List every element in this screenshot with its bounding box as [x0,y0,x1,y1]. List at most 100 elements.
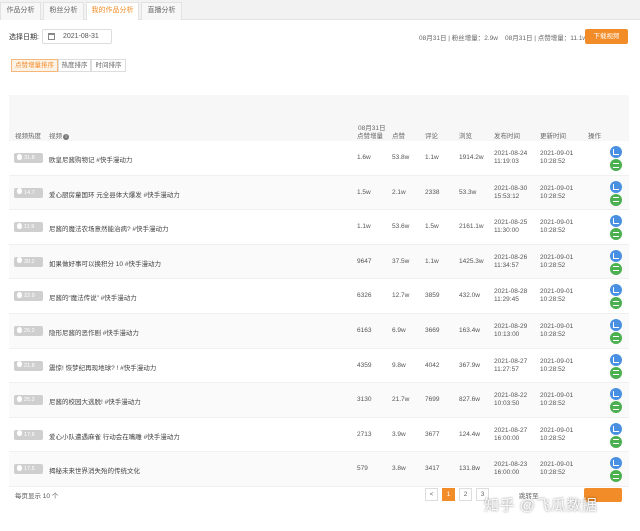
heat-badge: 14.7 [14,187,43,198]
per-page-label: 每页显示 10 个 [15,493,59,500]
list-icon [613,439,619,445]
fire-icon [17,464,22,471]
publish-date: 2021-08-30 [494,184,528,192]
publish-date: 2021-08-28 [494,288,528,296]
comments-count: 1.1w [425,154,439,161]
plays-count: 367.9w [459,361,480,369]
trend-chart-button[interactable] [610,180,622,193]
video-title-link[interactable]: 欧皇尼酱购物记 #快手漫动力 [49,154,132,164]
video-title-link[interactable]: 尼酱的校园大逃脱! #快手漫动力 [49,396,141,406]
heat-badge: 17.6 [14,429,43,440]
trend-chart-button[interactable] [610,249,622,262]
trend-chart-button[interactable] [610,319,622,331]
video-title-link[interactable]: 震惊! 恢梦纪再现地球? ! #快手漫动力 [49,362,156,372]
chart-icon [613,460,619,467]
video-title-link[interactable]: 如果做好事可以换积分 10 #快手漫动力 [49,258,161,268]
watermark: 知乎 @飞瓜数据 [484,497,598,514]
trend-chart-button[interactable] [610,215,622,228]
video-title-link[interactable]: 爱心小队遭遇麻雀 行动会在嘴雕 #快手漫动力 [49,431,180,441]
page-2-button[interactable]: 2 [459,488,472,501]
comments-count: 3859 [425,292,440,300]
plays-count: 124.4w [459,430,480,438]
comment-analysis-button[interactable] [610,193,622,206]
comments-count: 1.5w [425,223,439,231]
header-publish-time[interactable]: 发布时间 [494,130,520,140]
publish-date: 2021-08-27 [494,357,528,365]
comment-analysis-button[interactable] [610,228,622,241]
update-time: 10:28:52 [540,469,566,477]
plays-count: 827.6w [459,396,480,404]
publish-date: 2021-08-22 [494,392,528,400]
heat-badge: 25.2 [14,395,43,406]
sort-by-like-increment[interactable]: 点赞增量排序 [11,59,58,72]
publish-date: 2021-08-24 [494,150,528,157]
publish-time: 11:19:03 [494,158,519,165]
comment-analysis-button[interactable] [610,435,622,448]
trend-chart-button[interactable] [610,284,622,297]
tab-live-analysis[interactable]: 直播分析 [141,2,182,20]
video-title-link[interactable]: 隐形尼酱的恶作剧 #快手漫动力 [49,327,139,337]
heat-value: 25.2 [24,397,35,404]
video-title-link[interactable]: 尼酱的“魔法传说” #快手漫动力 [49,292,137,302]
sort-by-time[interactable]: 时间排序 [91,59,126,72]
publish-date: 2021-08-26 [494,253,528,261]
trend-chart-button[interactable] [610,457,622,470]
header-likes[interactable]: 点赞 [392,130,405,140]
header-heat[interactable]: 视频热度 [15,130,41,140]
likes-count: 12.7w [392,292,410,300]
comments-count: 2338 [425,188,440,196]
fire-icon [17,257,22,264]
heat-value: 26.2 [24,328,35,334]
comment-analysis-button[interactable] [610,470,622,483]
comment-analysis-button[interactable] [610,401,622,414]
comments-count: 1.1w [425,257,439,265]
fire-icon [17,188,22,195]
info-icon[interactable]: i [63,134,69,140]
comment-analysis-button[interactable] [610,332,622,344]
tab-fans-analysis[interactable]: 粉丝分析 [43,2,84,20]
video-title-link[interactable]: 爱心厨房童国环 元全县体大爆发 #快手漫动力 [49,189,180,199]
update-date: 2021-09-01 [540,426,574,434]
comment-analysis-button[interactable] [610,159,622,171]
table-row: 30.2 如果做好事可以换积分 10 #快手漫动力 9647 37.5w 1.1w 142… [9,244,629,280]
page-prev-button[interactable]: < [425,488,438,501]
header-comments[interactable]: 评论 [425,130,438,140]
comment-analysis-button[interactable] [610,262,622,275]
trend-chart-button[interactable] [610,146,622,158]
comment-analysis-button[interactable] [610,366,622,379]
header-video: 视频 i [49,130,69,140]
trend-chart-button[interactable] [610,353,622,366]
comment-analysis-button[interactable] [610,297,622,310]
heat-value: 21.8 [24,362,35,369]
likes-count: 53.6w [392,223,410,231]
chart-icon [613,149,619,155]
header-video-label: 视频 [49,133,62,140]
publish-date: 2021-08-23 [494,461,528,469]
date-picker[interactable]: 2021-08-31 [42,29,112,44]
likes-count: 3.8w [392,465,406,473]
header-like-inc[interactable]: 点赞增量 [357,130,383,140]
update-time: 10:28:52 [540,227,566,235]
heat-badge: 17.5 [14,464,43,475]
heat-badge: 22.9 [14,291,43,302]
page-1-button[interactable]: 1 [442,488,455,501]
update-date: 2021-09-01 [540,323,574,330]
chart-icon [613,391,619,398]
download-button[interactable]: 下载视频 [585,29,628,44]
heat-value: 22.9 [24,293,35,300]
video-title-link[interactable]: 揭秘未来世界消失殆的传统文化 [49,465,140,475]
video-title-link[interactable]: 尼酱的魔法农场意然能治病? #快手漫动力 [49,223,169,233]
trend-chart-button[interactable] [610,422,622,435]
tab-my-works-analysis[interactable]: 我的作品分析 [86,2,139,20]
tab-works-analysis[interactable]: 作品分析 [0,2,41,20]
publish-time: 15:53:12 [494,192,520,200]
header-plays[interactable]: 浏览 [459,130,472,140]
like-increment: 1.5w [357,188,371,196]
heat-badge: 30.2 [14,256,43,267]
list-icon [613,162,619,168]
sort-by-heat[interactable]: 热度排序 [58,59,91,72]
header-update-time[interactable]: 更新时间 [540,130,566,140]
like-increment: 1.1w [357,223,371,231]
trend-chart-button[interactable] [610,388,622,401]
chart-icon [613,287,619,294]
